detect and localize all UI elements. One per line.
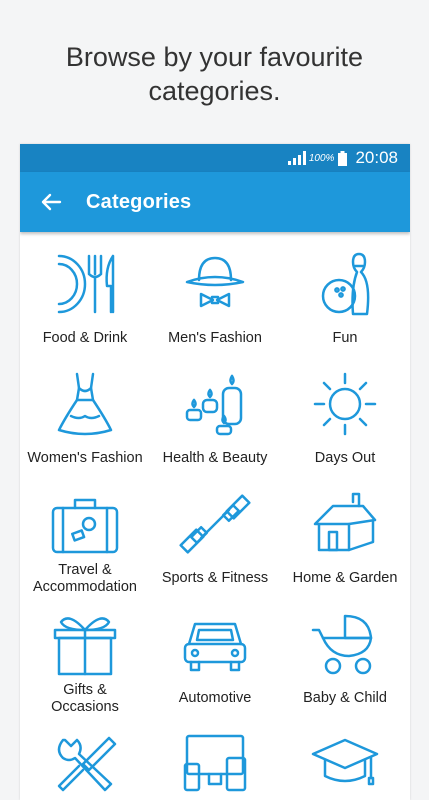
gift-icon bbox=[53, 616, 117, 675]
back-arrow-icon[interactable] bbox=[40, 191, 62, 213]
app-bar: Categories bbox=[20, 172, 410, 232]
category-label: Baby & Child bbox=[303, 690, 387, 707]
category-label: Gifts & Occasions bbox=[51, 681, 119, 715]
category-label: Men's Fashion bbox=[168, 330, 262, 347]
category-womens-fashion[interactable]: Women's Fashion bbox=[20, 356, 150, 476]
house-icon bbox=[313, 492, 377, 551]
battery-percent: 100% bbox=[308, 152, 335, 164]
suitcase-icon bbox=[51, 498, 119, 553]
category-label: Health & Beauty bbox=[162, 450, 268, 467]
category-grid: Food & Drink Men's Fashion Fun Women's F… bbox=[20, 232, 410, 800]
category-electronics[interactable] bbox=[150, 716, 280, 800]
category-label: Home & Garden bbox=[292, 570, 398, 587]
category-fun[interactable]: Fun bbox=[280, 236, 410, 356]
category-days-out[interactable]: Days Out bbox=[280, 356, 410, 476]
category-food-drink[interactable]: Food & Drink bbox=[20, 236, 150, 356]
sun-icon bbox=[313, 372, 377, 435]
car-icon bbox=[183, 622, 247, 671]
category-label: Fun bbox=[332, 330, 358, 347]
category-label: Food & Drink bbox=[42, 330, 128, 347]
bowling-icon bbox=[321, 252, 370, 315]
category-services[interactable] bbox=[20, 716, 150, 800]
candles-icon bbox=[185, 374, 243, 435]
clock: 20:08 bbox=[355, 148, 398, 167]
headline: Browse by your favourite categories. bbox=[0, 40, 429, 108]
graduation-cap-icon bbox=[311, 738, 379, 785]
status-bar: 100% 20:08 bbox=[20, 144, 410, 172]
category-mens-fashion[interactable]: Men's Fashion bbox=[150, 236, 280, 356]
category-education[interactable] bbox=[280, 716, 410, 800]
signal-icon bbox=[287, 151, 306, 165]
category-gifts[interactable]: Gifts & Occasions bbox=[20, 596, 150, 716]
category-travel[interactable]: Travel & Accommodation bbox=[20, 476, 150, 596]
category-automotive[interactable]: Automotive bbox=[150, 596, 280, 716]
page-title: Categories bbox=[86, 190, 192, 213]
category-label: Automotive bbox=[178, 690, 252, 707]
dress-icon bbox=[57, 372, 113, 435]
plate-fork-knife-icon bbox=[57, 254, 115, 313]
category-label: Days Out bbox=[314, 450, 376, 467]
pram-icon bbox=[311, 614, 373, 674]
category-baby-child[interactable]: Baby & Child bbox=[280, 596, 410, 716]
category-sports-fitness[interactable]: Sports & Fitness bbox=[150, 476, 280, 596]
category-label: Women's Fashion bbox=[27, 450, 143, 467]
bowler-hat-bowtie-icon bbox=[185, 256, 245, 307]
headline-line-1: Browse by your favourite bbox=[65, 42, 364, 72]
category-home-garden[interactable]: Home & Garden bbox=[280, 476, 410, 596]
category-health-beauty[interactable]: Health & Beauty bbox=[150, 356, 280, 476]
phone-screen: 100% 20:08 Categories Food & Drink Men's… bbox=[20, 144, 410, 800]
dumbbell-icon bbox=[179, 494, 251, 554]
wrench-screwdriver-icon bbox=[57, 736, 117, 791]
devices-icon bbox=[183, 734, 247, 791]
category-label: Sports & Fitness bbox=[161, 570, 269, 587]
battery-icon bbox=[338, 150, 348, 166]
category-label: Travel & Accommodation bbox=[33, 561, 137, 595]
headline-line-2: categories. bbox=[148, 76, 281, 106]
